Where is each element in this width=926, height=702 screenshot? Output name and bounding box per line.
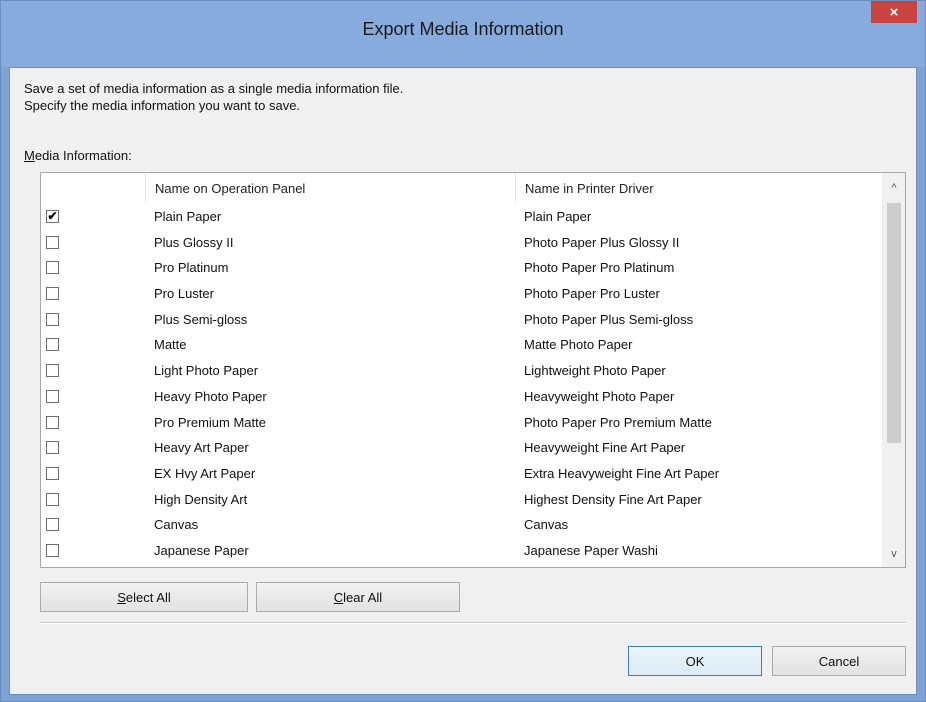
operation-panel-name: Plus Semi-gloss — [154, 311, 248, 327]
close-button[interactable]: × — [871, 1, 917, 23]
scroll-thumb[interactable] — [887, 203, 901, 443]
table-row[interactable]: Pro Platinum Photo Paper Pro Platinum — [41, 256, 884, 282]
table-row[interactable]: Heavy Photo Paper Heavyweight Photo Paper — [41, 385, 884, 411]
table-row[interactable]: Light Photo Paper Lightweight Photo Paper — [41, 359, 884, 385]
table-row[interactable]: Japanese Paper Japanese Paper Washi — [41, 539, 884, 565]
row-checkbox[interactable] — [46, 441, 59, 455]
description-line-1: Save a set of media information as a sin… — [24, 81, 404, 96]
dialog-window: Export Media Information × Save a set of… — [0, 0, 926, 702]
operation-panel-name: High Density Art — [154, 491, 248, 507]
dialog-client-area: Save a set of media information as a sin… — [9, 67, 917, 695]
operation-panel-name: Pro Premium Matte — [154, 414, 266, 430]
select-all-button[interactable]: Select All — [40, 582, 248, 612]
table-row[interactable]: High Density Art Highest Density Fine Art… — [41, 488, 884, 514]
printer-driver-name: Extra Heavyweight Fine Art Paper — [524, 465, 720, 481]
table-row[interactable]: Heavy Art Paper Heavyweight Fine Art Pape… — [41, 436, 884, 462]
table-row[interactable]: ✔ Plain Paper Plain Paper — [41, 205, 884, 231]
printer-driver-name: Matte Photo Paper — [524, 337, 633, 353]
media-information-label-text: edia Information: — [34, 148, 132, 163]
table-row[interactable]: EX Hvy Art Paper Extra Heavyweight Fine A… — [41, 462, 884, 488]
operation-panel-name: Pro Platinum — [154, 260, 229, 276]
printer-driver-name: Lightweight Photo Paper — [524, 363, 666, 379]
operation-panel-name: Pro Luster — [154, 286, 214, 302]
media-information-label-mnemonic: M — [24, 148, 35, 163]
table-row[interactable]: Matte Matte Photo Paper — [41, 333, 884, 359]
list-header: Name on Operation Panel Name in Printer … — [41, 173, 884, 203]
printer-driver-name: Plain Paper — [524, 209, 592, 224]
table-row[interactable]: Pro Premium Matte Photo Paper Pro Premium… — [41, 411, 884, 437]
cancel-button[interactable]: Cancel — [772, 646, 906, 676]
operation-panel-name: EX Hvy Art Paper — [154, 465, 256, 481]
row-checkbox[interactable] — [46, 518, 59, 532]
column-header-printer-driver[interactable]: Name in Printer Driver — [515, 173, 654, 203]
printer-driver-name: Heavyweight Photo Paper — [524, 388, 675, 404]
row-checkbox[interactable] — [46, 415, 59, 429]
row-checkbox[interactable] — [46, 492, 59, 506]
table-row[interactable]: Plus Glossy II Photo Paper Plus Glossy II — [41, 231, 884, 257]
table-row[interactable]: Canvas Canvas — [41, 513, 884, 539]
ok-button[interactable]: OK — [628, 646, 762, 676]
vertical-scrollbar[interactable]: ^ v — [882, 173, 905, 567]
printer-driver-name: Highest Density Fine Art Paper — [524, 491, 702, 507]
description: Save a set of media information as a sin… — [24, 80, 403, 114]
list-rows: ✔ Plain Paper Plain Paper Plus Glossy II Pho… — [41, 205, 884, 565]
scroll-up-icon[interactable]: ^ — [883, 177, 905, 199]
printer-driver-name: Photo Paper Plus Glossy II — [524, 234, 680, 250]
row-checkbox[interactable] — [46, 235, 59, 249]
divider — [40, 622, 906, 624]
operation-panel-name: Matte — [154, 337, 187, 353]
clear-all-mnemonic: C — [333, 589, 344, 605]
table-row[interactable]: Plus Semi-gloss Photo Paper Plus Semi-glo… — [41, 308, 884, 334]
scroll-down-icon[interactable]: v — [883, 543, 905, 565]
clear-all-label: lear All — [343, 589, 383, 605]
row-checkbox[interactable] — [46, 261, 59, 275]
operation-panel-name: Plain Paper — [154, 209, 222, 224]
row-checkbox[interactable] — [46, 389, 59, 403]
title-bar[interactable]: Export Media Information × — [1, 1, 925, 67]
clear-all-button[interactable]: Clear All — [256, 582, 460, 612]
row-checkbox[interactable] — [46, 466, 59, 480]
row-checkbox[interactable] — [46, 338, 59, 352]
media-information-label: Media Information: — [24, 148, 132, 163]
operation-panel-name: Japanese Paper — [154, 542, 249, 558]
operation-panel-name: Heavy Photo Paper — [154, 388, 267, 404]
operation-panel-name: Plus Glossy II — [154, 234, 234, 250]
printer-driver-name: Canvas — [524, 517, 569, 533]
printer-driver-name: Photo Paper Plus Semi-gloss — [524, 311, 694, 327]
row-checkbox[interactable]: ✔ — [46, 210, 59, 223]
operation-panel-name: Light Photo Paper — [154, 363, 259, 379]
operation-panel-name: Heavy Art Paper — [154, 440, 249, 456]
printer-driver-name: Heavyweight Fine Art Paper — [524, 440, 686, 456]
select-all-label: elect All — [125, 589, 171, 605]
column-header-operation-panel[interactable]: Name on Operation Panel — [145, 173, 305, 203]
printer-driver-name: Japanese Paper Washi — [524, 542, 658, 558]
description-line-2: Specify the media information you want t… — [24, 98, 301, 113]
printer-driver-name: Photo Paper Pro Platinum — [524, 260, 675, 276]
row-checkbox[interactable] — [46, 364, 59, 378]
operation-panel-name: Canvas — [154, 517, 199, 533]
printer-driver-name: Photo Paper Pro Premium Matte — [524, 414, 712, 430]
row-checkbox[interactable] — [46, 287, 59, 301]
media-information-list[interactable]: Name on Operation Panel Name in Printer … — [40, 172, 906, 568]
dialog-title: Export Media Information — [362, 19, 564, 39]
select-all-mnemonic: S — [117, 589, 126, 605]
close-icon: × — [889, 3, 899, 21]
row-checkbox[interactable] — [46, 312, 59, 326]
table-row[interactable]: Pro Luster Photo Paper Pro Luster — [41, 282, 884, 308]
printer-driver-name: Photo Paper Pro Luster — [524, 286, 660, 302]
row-checkbox[interactable] — [46, 543, 59, 557]
